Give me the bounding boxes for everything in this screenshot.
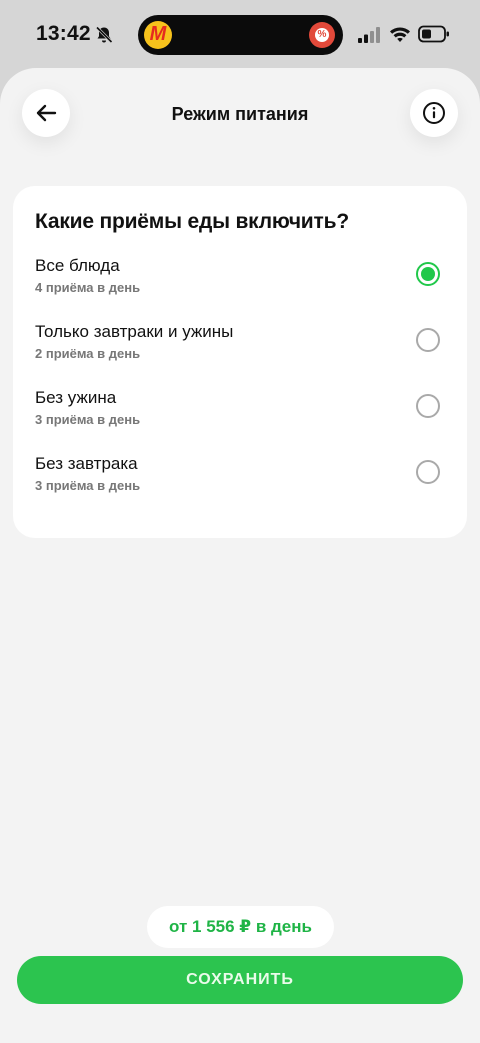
meal-mode-sheet: Режим питания Какие приёмы еды включить?… [0,68,480,1043]
radio-selected[interactable] [416,262,440,286]
wifi-icon [390,27,410,42]
dynamic-island: M % [138,15,343,55]
option-all-meals[interactable]: Все блюда 4 приёма в день [13,252,467,312]
option-label: Только завтраки и ужины [35,322,234,341]
status-time: 13:42 [36,22,91,45]
option-subtitle: 4 приёма в день [35,280,141,295]
option-label: Без ужина [35,388,117,407]
meal-options-card: Какие приёмы еды включить? Все блюда 4 п… [13,186,467,538]
option-label: Без завтрака [35,454,138,473]
radio-unselected[interactable] [416,328,440,352]
page-title: Режим питания [171,104,309,124]
option-label: Все блюда [35,256,120,275]
status-bar: 13:42 M % [0,0,480,70]
arrow-left-icon [36,104,57,122]
option-no-dinner[interactable]: Без ужина 3 приёма в день [13,384,467,444]
option-subtitle: 2 приёма в день [35,346,141,361]
price-per-day: от 1 556 ₽ в день [147,906,334,948]
discount-icon: % [309,22,335,48]
info-button[interactable] [410,89,458,137]
back-button[interactable] [22,89,70,137]
radio-unselected[interactable] [416,460,440,484]
option-no-breakfast[interactable]: Без завтрака 3 приёма в день [13,450,467,510]
option-subtitle: 3 приёма в день [35,412,141,427]
card-title: Какие приёмы еды включить? [35,210,349,233]
option-breakfast-dinner[interactable]: Только завтраки и ужины 2 приёма в день [13,318,467,378]
cellular-signal-icon [358,27,380,43]
radio-unselected[interactable] [416,394,440,418]
save-button[interactable]: СОХРАНИТЬ [17,956,463,1004]
bell-slash-icon [95,26,113,44]
info-icon [423,102,445,124]
battery-icon [418,25,449,43]
yandex-market-icon: M [144,21,172,49]
option-subtitle: 3 приёма в день [35,478,141,493]
